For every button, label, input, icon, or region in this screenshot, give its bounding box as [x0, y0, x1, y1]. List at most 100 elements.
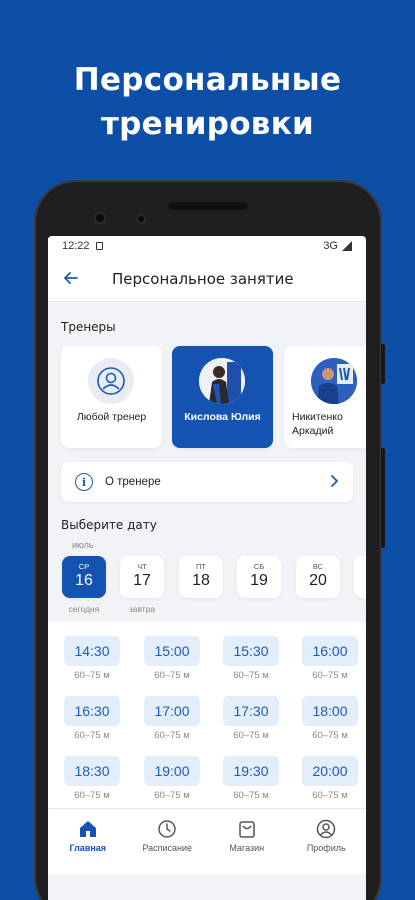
- nav-label: Магазин: [229, 843, 265, 853]
- time-slot-chip[interactable]: 20:00: [302, 756, 358, 786]
- date-number: 18: [192, 572, 210, 589]
- time-slot[interactable]: 16:30 60–75 м: [64, 696, 120, 741]
- headline-line-2: тренировки: [100, 106, 315, 142]
- nav-item-profile[interactable]: Профиль: [287, 809, 367, 874]
- nav-label: Расписание: [142, 843, 193, 853]
- date-number: 20: [309, 572, 327, 589]
- date-card[interactable]: вс 20: [296, 556, 340, 598]
- trainer-avatar: [311, 358, 357, 404]
- nav-label: Главная: [69, 843, 107, 853]
- sim-icon: [95, 242, 103, 250]
- time-slot-chip[interactable]: 18:00: [302, 696, 358, 726]
- app-bar: Персональное занятие: [48, 256, 366, 302]
- home-icon: [79, 821, 96, 837]
- date-card-partial[interactable]: [354, 556, 366, 598]
- promo-headline: Персональные тренировки: [0, 58, 415, 146]
- time-slot[interactable]: 16:00 60–75 м: [302, 636, 358, 681]
- date-number: 17: [133, 572, 151, 589]
- time-slot-chip[interactable]: 19:30: [223, 756, 279, 786]
- time-slot-duration: 60–75 м: [154, 730, 190, 741]
- signal-icon: [342, 241, 352, 251]
- time-slot-duration: 60–75 м: [74, 670, 110, 681]
- date-card[interactable]: сб 19: [237, 556, 281, 598]
- date-number: 19: [250, 572, 268, 589]
- profile-icon: [317, 819, 336, 839]
- nav-item-home[interactable]: Главная: [48, 809, 128, 874]
- time-slot-chip[interactable]: 17:30: [223, 696, 279, 726]
- clock-icon: [158, 820, 176, 838]
- time-slot[interactable]: 17:30 60–75 м: [223, 696, 279, 741]
- headline-line-1: Персональные: [73, 62, 342, 98]
- time-slot-chip[interactable]: 14:30: [64, 636, 120, 666]
- time-slot-duration: 60–75 м: [312, 670, 348, 681]
- nav-item-shop[interactable]: Магазин: [207, 809, 287, 874]
- trainer-card[interactable]: Никитенко Аркадий: [284, 346, 366, 448]
- sensor-icon: [138, 216, 144, 222]
- time-slot-duration: 60–75 м: [74, 790, 110, 801]
- time-slot[interactable]: 18:00 60–75 м: [302, 696, 358, 741]
- user-circle-icon: [88, 358, 134, 404]
- trainer-avatar: [199, 358, 245, 404]
- time-slot-chip[interactable]: 16:30: [64, 696, 120, 726]
- trainer-card-selected[interactable]: Кислова Юлия: [172, 346, 273, 448]
- about-trainer-button[interactable]: i О тренере: [61, 462, 353, 502]
- date-heading: Выберите дату: [61, 518, 157, 532]
- time-slot[interactable]: 15:30 60–75 м: [223, 636, 279, 681]
- date-sublabel: сегодня: [68, 604, 100, 614]
- time-slots-grid: 14:30 60–75 м 15:00 60–75 м 15:30 60–75 …: [48, 622, 366, 808]
- trainers-carousel[interactable]: Любой тренер Кислова Юлия Никитенко Арка…: [48, 346, 366, 448]
- time-slot-duration: 60–75 м: [233, 730, 269, 741]
- trainers-heading: Тренеры: [61, 320, 116, 334]
- phone-speaker: [168, 202, 248, 210]
- time-slot[interactable]: 19:00 60–75 м: [144, 756, 200, 801]
- time-slot-duration: 60–75 м: [154, 790, 190, 801]
- date-picker[interactable]: ср 16 сегодня чт 17 завтра пт 18 сб 19 в…: [48, 556, 366, 626]
- time-slot-chip[interactable]: 18:30: [64, 756, 120, 786]
- app-screen: 12:22 3G Персональное занятие Тренеры Лю…: [48, 236, 366, 900]
- time-slot-duration: 60–75 м: [233, 790, 269, 801]
- nav-label: Профиль: [306, 843, 346, 853]
- time-slot-chip[interactable]: 16:00: [302, 636, 358, 666]
- date-card[interactable]: чт 17: [120, 556, 164, 598]
- time-slot-duration: 60–75 м: [233, 670, 269, 681]
- front-camera-icon: [96, 214, 104, 222]
- time-slot[interactable]: 18:30 60–75 м: [64, 756, 120, 801]
- time-slot[interactable]: 20:00 60–75 м: [302, 756, 358, 801]
- time-slot-duration: 60–75 м: [74, 730, 110, 741]
- date-weekday: вс: [312, 562, 324, 571]
- date-card-selected[interactable]: ср 16: [62, 556, 106, 598]
- trainer-card-any[interactable]: Любой тренер: [61, 346, 162, 448]
- time-slot-duration: 60–75 м: [312, 730, 348, 741]
- date-weekday: сб: [253, 562, 265, 571]
- bottom-navigation: Главная Расписание Магазин Профиль: [48, 808, 366, 874]
- time-slot-chip[interactable]: 19:00: [144, 756, 200, 786]
- date-card[interactable]: пт 18: [179, 556, 223, 598]
- time-slot-duration: 60–75 м: [154, 670, 190, 681]
- time-slot[interactable]: 19:30 60–75 м: [223, 756, 279, 801]
- power-button: [381, 448, 385, 548]
- nav-item-schedule[interactable]: Расписание: [128, 809, 208, 874]
- time-slot[interactable]: 17:00 60–75 м: [144, 696, 200, 741]
- trainer-name: Любой тренер: [76, 411, 147, 423]
- date-weekday: чт: [137, 562, 147, 571]
- chevron-right-icon: [331, 474, 339, 491]
- date-number: 16: [75, 572, 93, 589]
- month-label: июль: [72, 540, 94, 550]
- time-slot[interactable]: 14:30 60–75 м: [64, 636, 120, 681]
- time-slot-chip[interactable]: 15:00: [144, 636, 200, 666]
- time-slot[interactable]: 15:00 60–75 м: [144, 636, 200, 681]
- network-type: 3G: [323, 240, 338, 252]
- date-sublabel: завтра: [128, 604, 156, 614]
- page-title: Персональное занятие: [112, 269, 294, 288]
- shopping-bag-icon: [239, 821, 255, 838]
- time-slot-chip[interactable]: 17:00: [144, 696, 200, 726]
- trainer-name: Никитенко Аркадий: [292, 411, 343, 437]
- info-icon: i: [75, 473, 93, 491]
- status-bar: 12:22 3G: [48, 236, 366, 256]
- date-weekday: ср: [78, 562, 90, 571]
- trainer-name: Кислова Юлия: [184, 411, 261, 423]
- arrow-left-icon[interactable]: [64, 268, 86, 289]
- time-slot-chip[interactable]: 15:30: [223, 636, 279, 666]
- status-time: 12:22: [62, 240, 90, 252]
- about-trainer-label: О тренере: [105, 476, 161, 488]
